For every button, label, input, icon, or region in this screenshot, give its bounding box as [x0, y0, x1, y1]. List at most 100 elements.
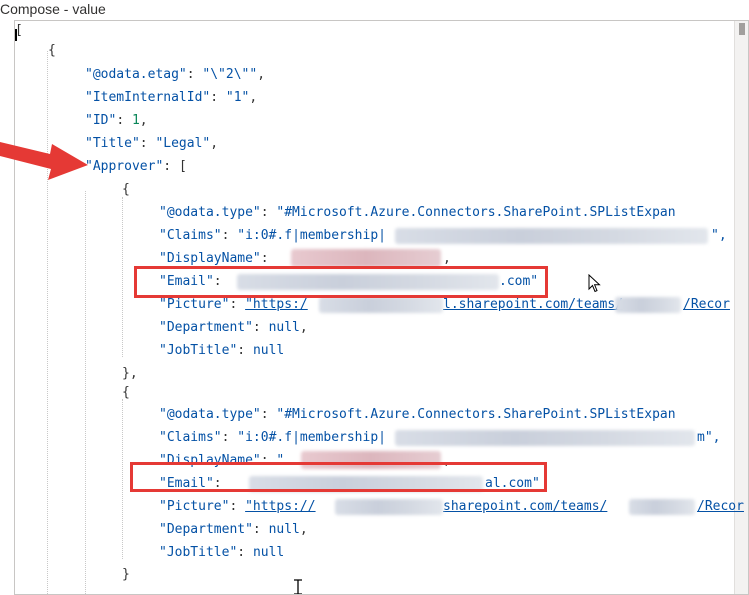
json-link[interactable]: /Recor	[697, 499, 744, 514]
indent-guide	[85, 191, 86, 594]
redacted-text	[395, 228, 708, 244]
json-null: null	[252, 545, 285, 560]
redacted-text	[615, 297, 681, 313]
json-string: "i:0#.f|membership|	[237, 430, 386, 445]
punct: ,	[249, 90, 258, 105]
json-string: "\"2\""	[202, 67, 258, 82]
punct: :	[252, 320, 269, 335]
punct: :	[186, 67, 203, 82]
json-key: "JobTitle"	[159, 545, 238, 560]
punct: :	[221, 430, 238, 445]
json-number: 1	[131, 113, 140, 128]
punct: :	[237, 343, 253, 358]
code-line: },	[122, 364, 138, 384]
open-bracket: [	[15, 23, 23, 38]
json-string: "1"	[225, 90, 250, 105]
mouse-pointer-icon	[588, 274, 601, 293]
json-link[interactable]: "https:/	[245, 297, 308, 312]
json-null: null	[268, 522, 300, 537]
json-key: "Claims"	[159, 430, 222, 445]
json-link[interactable]: l.sharepoint.com/teams/	[443, 297, 623, 312]
window-title: Compose - value	[0, 1, 106, 17]
code-line: {	[122, 180, 130, 200]
json-key: "ItemInternalId"	[85, 90, 211, 105]
code-line: "Department": null,	[159, 318, 308, 338]
punct: ,	[210, 136, 219, 151]
code-line: "ItemInternalId": "1",	[85, 88, 257, 108]
json-key: "Claims"	[159, 228, 222, 243]
brace: },	[122, 366, 138, 381]
json-key: "ID"	[85, 113, 117, 128]
punct: :	[252, 522, 269, 537]
punct: ,	[299, 320, 308, 335]
email-highlight-box	[130, 462, 547, 492]
code-line: "JobTitle": null	[159, 341, 284, 361]
redacted-text	[291, 249, 441, 267]
brace: }	[122, 567, 130, 582]
code-line: [	[15, 21, 23, 41]
json-string: m",	[697, 430, 721, 445]
code-line: {	[122, 383, 130, 403]
redacted-text	[335, 499, 443, 515]
punct: :	[163, 159, 179, 174]
punct: :	[229, 499, 246, 514]
punct: :	[260, 407, 277, 422]
json-key: "Department"	[159, 522, 253, 537]
code-line: "@odata.type": "#Microsoft.Azure.Connect…	[159, 405, 676, 425]
code-line: "Claims": "i:0#.f|membership|	[159, 226, 386, 246]
punct: :	[260, 205, 277, 220]
code-line: /Recor	[697, 497, 744, 517]
indent-guide	[122, 399, 123, 559]
json-key: "DisplayName"	[159, 251, 261, 266]
brace: {	[48, 43, 56, 58]
punct: :	[221, 228, 238, 243]
json-link[interactable]: "https://	[245, 499, 315, 514]
punct: :	[139, 136, 156, 151]
punct: ,	[443, 251, 451, 266]
code-line: "JobTitle": null	[159, 543, 284, 563]
redacted-text	[319, 297, 443, 313]
code-line: sharepoint.com/teams/	[443, 497, 607, 517]
json-key: "JobTitle"	[159, 343, 238, 358]
json-string: "i:0#.f|membership|	[237, 228, 386, 243]
email-highlight-box	[134, 266, 548, 298]
redacted-text	[395, 430, 695, 446]
code-line: /Recor	[683, 295, 730, 315]
punct: :	[229, 297, 246, 312]
redacted-text	[629, 499, 695, 515]
scrollbar-thumb[interactable]	[739, 23, 745, 35]
json-null: null	[268, 320, 300, 335]
code-line: l.sharepoint.com/teams/	[443, 295, 623, 315]
json-key: "@odata.type"	[159, 205, 261, 220]
code-line: "Department": null,	[159, 520, 308, 540]
code-line: m",	[697, 428, 720, 448]
json-null: null	[252, 343, 285, 358]
code-line: "Picture": "https://	[159, 497, 316, 517]
punct: ,	[299, 522, 308, 537]
punct: :	[237, 545, 253, 560]
json-link[interactable]: /Recor	[683, 297, 730, 312]
punct: ,	[257, 67, 266, 82]
i-beam-cursor-icon	[294, 579, 302, 594]
json-key: "Picture"	[159, 297, 230, 312]
code-line: "@odata.etag": "\"2\"",	[85, 65, 265, 85]
punct: :	[116, 113, 132, 128]
json-link[interactable]: sharepoint.com/teams/	[443, 499, 607, 514]
punct: :	[210, 90, 226, 105]
json-key: "Picture"	[159, 499, 230, 514]
code-line: "@odata.type": "#Microsoft.Azure.Connect…	[159, 203, 676, 223]
code-line: "Approver": [	[85, 157, 187, 177]
code-line: ",	[711, 226, 727, 246]
json-string: "#Microsoft.Azure.Connectors.SharePoint.…	[276, 205, 676, 220]
json-string: "Legal"	[155, 136, 211, 151]
json-key: "Department"	[159, 320, 253, 335]
code-viewer[interactable]: [ { "@odata.etag": "\"2\"", "ItemInterna…	[14, 20, 749, 595]
bracket: [	[178, 159, 187, 174]
json-string: ",	[711, 228, 727, 243]
code-line: "Claims": "i:0#.f|membership|	[159, 428, 386, 448]
indent-guide	[122, 197, 123, 357]
code-line: "Title": "Legal",	[85, 134, 218, 154]
code-line: }	[122, 565, 130, 585]
json-key: "@odata.type"	[159, 407, 261, 422]
json-string: "#Microsoft.Azure.Connectors.SharePoint.…	[276, 407, 676, 422]
